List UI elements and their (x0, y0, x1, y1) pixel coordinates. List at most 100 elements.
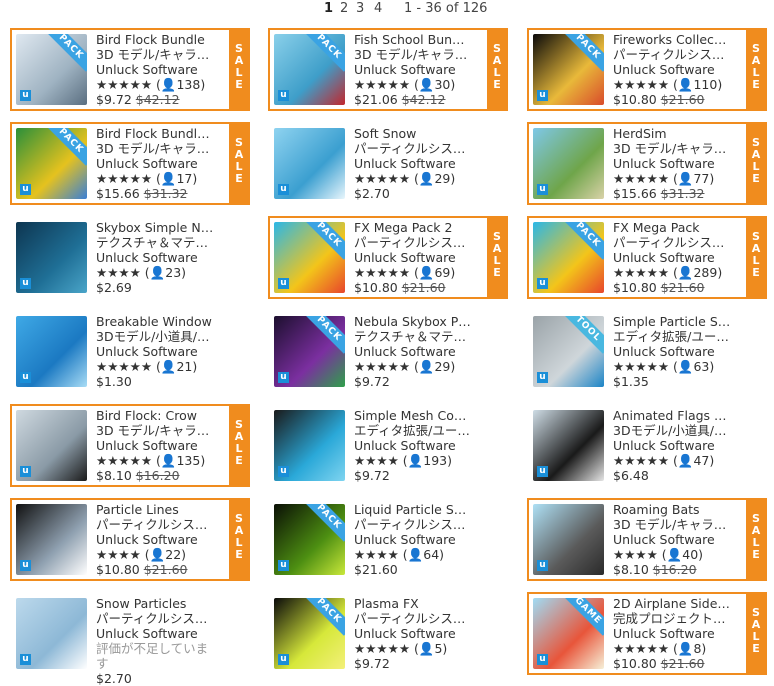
product-category[interactable]: 3Dモデル/小道具/… (96, 329, 221, 344)
product-thumbnail[interactable]: PACK u (274, 598, 345, 669)
product-category[interactable]: 3D モデル/キャラ… (96, 423, 221, 438)
product-card[interactable]: PACK u FX Mega Pack 2 パーティクルシス… Unluck Softw… (268, 216, 508, 299)
product-card[interactable]: PACK u Plasma FX パーティクルシス… Unluck Software ★★… (268, 592, 508, 675)
product-card[interactable]: u Animated Flags … 3Dモデル/小道具/… Unluck Softw… (527, 404, 767, 487)
product-category[interactable]: パーティクルシス… (613, 47, 738, 62)
product-publisher[interactable]: Unluck Software (354, 250, 479, 265)
product-thumbnail[interactable]: u (274, 410, 345, 481)
product-category[interactable]: パーティクルシス… (354, 235, 479, 250)
product-publisher[interactable]: Unluck Software (96, 156, 221, 171)
product-title[interactable]: Nebula Skybox P… (354, 314, 479, 329)
product-publisher[interactable]: Unluck Software (354, 438, 479, 453)
product-publisher[interactable]: Unluck Software (96, 250, 221, 265)
product-publisher[interactable]: Unluck Software (613, 62, 738, 77)
product-category[interactable]: 3D モデル/キャラ… (613, 517, 738, 532)
product-card[interactable]: PACK u Liquid Particle S… パーティクルシス… Unluck S… (268, 498, 508, 581)
product-publisher[interactable]: Unluck Software (354, 156, 479, 171)
product-title[interactable]: Animated Flags … (613, 408, 738, 423)
product-card[interactable]: PACK u Bird Flock Bundle 3D モデル/キャラ… Unluck … (10, 28, 250, 111)
product-publisher[interactable]: Unluck Software (96, 62, 221, 77)
product-publisher[interactable]: Unluck Software (613, 626, 738, 641)
product-publisher[interactable]: Unluck Software (354, 626, 479, 641)
product-thumbnail[interactable]: GAME u (533, 598, 604, 669)
product-category[interactable]: 3D モデル/キャラ… (354, 47, 479, 62)
product-thumbnail[interactable]: PACK u (274, 34, 345, 105)
product-category[interactable]: テクスチャ＆マテ… (96, 235, 221, 250)
product-thumbnail[interactable]: u (16, 598, 87, 669)
product-thumbnail[interactable]: PACK u (533, 34, 604, 105)
product-card[interactable]: TOOL u Simple Particle S… エディタ拡張/ユー… Unluck … (527, 310, 767, 393)
product-title[interactable]: 2D Airplane Side… (613, 596, 738, 611)
product-title[interactable]: Simple Particle S… (613, 314, 738, 329)
product-card[interactable]: u Roaming Bats 3D モデル/キャラ… Unluck Software ★… (527, 498, 767, 581)
product-category[interactable]: 3Dモデル/小道具/… (613, 423, 738, 438)
product-card[interactable]: u HerdSim 3D モデル/キャラ… Unluck Software ★★★★★ … (527, 122, 767, 205)
product-card[interactable]: PACK u Fish School Bun… 3D モデル/キャラ… Unluck S… (268, 28, 508, 111)
page-link-3[interactable]: 3 (356, 1, 364, 16)
product-title[interactable]: Fireworks Collec… (613, 32, 738, 47)
product-thumbnail[interactable]: PACK u (16, 128, 87, 199)
page-link-4[interactable]: 4 (374, 1, 382, 16)
product-card[interactable]: u Simple Mesh Co… エディタ拡張/ユー… Unluck Softwar… (268, 404, 508, 487)
product-thumbnail[interactable]: PACK u (274, 222, 345, 293)
product-card[interactable]: u Breakable Window 3Dモデル/小道具/… Unluck Softw… (10, 310, 250, 393)
product-title[interactable]: Bird Flock Bundl… (96, 126, 221, 141)
product-title[interactable]: Simple Mesh Co… (354, 408, 479, 423)
product-thumbnail[interactable]: TOOL u (533, 316, 604, 387)
product-thumbnail[interactable]: u (16, 504, 87, 575)
product-publisher[interactable]: Unluck Software (354, 344, 479, 359)
product-category[interactable]: パーティクルシス… (96, 517, 221, 532)
product-thumbnail[interactable]: PACK u (16, 34, 87, 105)
product-category[interactable]: パーティクルシス… (613, 235, 738, 250)
product-publisher[interactable]: Unluck Software (354, 532, 479, 547)
product-title[interactable]: Soft Snow (354, 126, 479, 141)
product-card[interactable]: PACK u FX Mega Pack パーティクルシス… Unluck Softwar… (527, 216, 767, 299)
product-publisher[interactable]: Unluck Software (96, 438, 221, 453)
product-thumbnail[interactable]: u (533, 410, 604, 481)
product-category[interactable]: 3D モデル/キャラ… (613, 141, 738, 156)
product-category[interactable]: エディタ拡張/ユー… (613, 329, 738, 344)
product-publisher[interactable]: Unluck Software (613, 438, 738, 453)
product-publisher[interactable]: Unluck Software (613, 250, 738, 265)
product-title[interactable]: Bird Flock Bundle (96, 32, 221, 47)
product-category[interactable]: パーティクルシス… (354, 517, 479, 532)
product-thumbnail[interactable]: PACK u (274, 504, 345, 575)
product-card[interactable]: PACK u Fireworks Collec… パーティクルシス… Unluck So… (527, 28, 767, 111)
product-category[interactable]: 3D モデル/キャラ… (96, 47, 221, 62)
product-category[interactable]: パーティクルシス… (354, 141, 479, 156)
product-title[interactable]: Snow Particles (96, 596, 221, 611)
product-card[interactable]: PACK u Bird Flock Bundl… 3D モデル/キャラ… Unluck … (10, 122, 250, 205)
product-title[interactable]: Particle Lines (96, 502, 221, 517)
product-title[interactable]: Skybox Simple N… (96, 220, 221, 235)
product-title[interactable]: HerdSim (613, 126, 738, 141)
product-title[interactable]: Liquid Particle S… (354, 502, 479, 517)
product-title[interactable]: Bird Flock: Crow (96, 408, 221, 423)
product-thumbnail[interactable]: u (16, 316, 87, 387)
product-card[interactable]: u Bird Flock: Crow 3D モデル/キャラ… Unluck Softw… (10, 404, 250, 487)
product-publisher[interactable]: Unluck Software (613, 156, 738, 171)
product-card[interactable]: GAME u 2D Airplane Side… 完成プロジェクト… Unluck So… (527, 592, 767, 675)
product-publisher[interactable]: Unluck Software (613, 344, 738, 359)
product-thumbnail[interactable]: u (16, 222, 87, 293)
product-title[interactable]: Plasma FX (354, 596, 479, 611)
product-thumbnail[interactable]: u (533, 504, 604, 575)
product-title[interactable]: Breakable Window (96, 314, 221, 329)
product-title[interactable]: Fish School Bun… (354, 32, 479, 47)
product-thumbnail[interactable]: u (274, 128, 345, 199)
product-thumbnail[interactable]: u (533, 128, 604, 199)
product-category[interactable]: エディタ拡張/ユー… (354, 423, 479, 438)
product-publisher[interactable]: Unluck Software (354, 62, 479, 77)
product-publisher[interactable]: Unluck Software (96, 532, 221, 547)
product-title[interactable]: FX Mega Pack (613, 220, 738, 235)
page-link-2[interactable]: 2 (340, 1, 348, 16)
product-publisher[interactable]: Unluck Software (96, 626, 221, 641)
product-title[interactable]: Roaming Bats (613, 502, 738, 517)
product-card[interactable]: u Particle Lines パーティクルシス… Unluck Software ★… (10, 498, 250, 581)
product-card[interactable]: u Snow Particles パーティクルシス… Unluck Software 評… (10, 592, 250, 686)
product-card[interactable]: PACK u Nebula Skybox P… テクスチャ＆マテ… Unluck Sof… (268, 310, 508, 393)
page-link-1[interactable]: 1 (324, 1, 333, 16)
product-card[interactable]: u Skybox Simple N… テクスチャ＆マテ… Unluck Softwar… (10, 216, 250, 299)
product-thumbnail[interactable]: PACK u (274, 316, 345, 387)
product-category[interactable]: パーティクルシス… (96, 611, 221, 626)
product-category[interactable]: 完成プロジェクト… (613, 611, 738, 626)
